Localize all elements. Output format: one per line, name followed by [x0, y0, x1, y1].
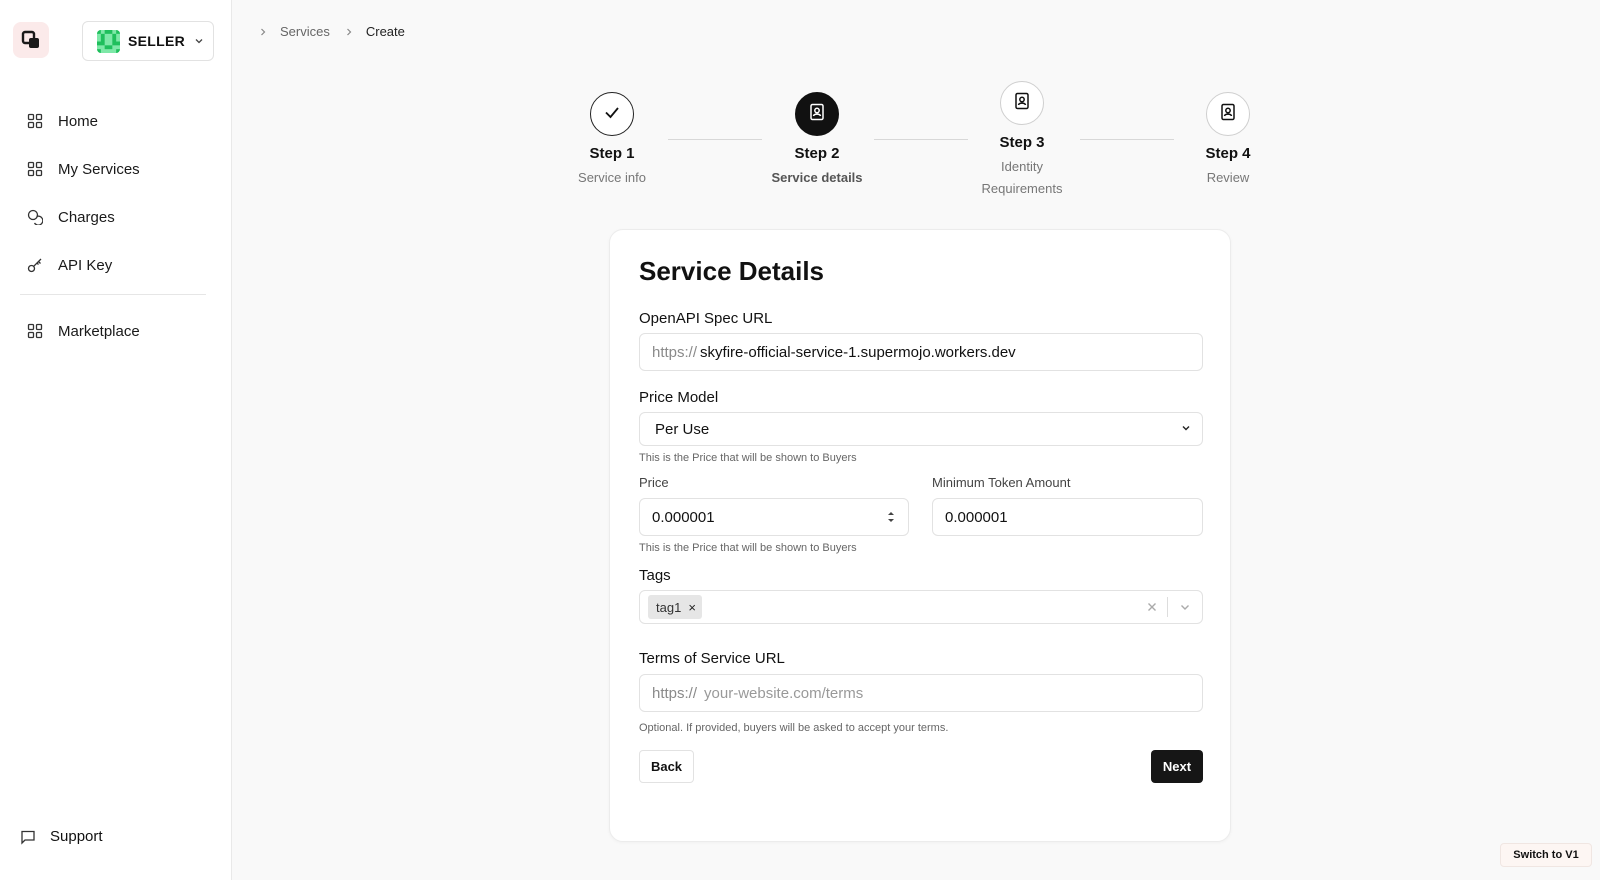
logo-icon: [21, 30, 39, 48]
step-subtitle-line: Requirements: [981, 181, 1063, 196]
clear-icon[interactable]: [1137, 601, 1167, 613]
chevron-right-icon: [258, 27, 268, 37]
breadcrumb-services[interactable]: Services: [280, 24, 330, 39]
chevron-down-icon: [193, 35, 205, 47]
tag-chip: tag1 ×: [648, 595, 702, 619]
tos-hint: Optional. If provided, buyers will be as…: [639, 722, 949, 734]
step-title: Step 1: [589, 145, 635, 162]
switch-to-v1-button[interactable]: Switch to V1: [1500, 843, 1592, 867]
sidebar-item-label: Charges: [58, 208, 115, 226]
step-circle: [1000, 81, 1044, 125]
sidebar-item-charges[interactable]: Charges: [20, 193, 206, 241]
step-title: Step 2: [794, 145, 840, 162]
page-title: Service Details: [639, 256, 825, 286]
sidebar-nav: Home My Services Charges API Key Marketp…: [20, 97, 206, 355]
next-button[interactable]: Next: [1151, 750, 1203, 783]
step-subtitle: Service info: [578, 170, 646, 185]
step-circle: [795, 92, 839, 136]
sidebar-item-label: Marketplace: [58, 322, 140, 340]
service-details-card: Service Details OpenAPI Spec URL https:/…: [609, 229, 1231, 842]
price-model-value: Per Use: [655, 420, 710, 438]
number-stepper-icon[interactable]: [886, 508, 896, 526]
coins-icon: [26, 208, 44, 226]
step-title: Step 4: [1205, 145, 1251, 162]
step-subtitle: Review: [1206, 170, 1250, 185]
step-3[interactable]: Step 3 Identity Requirements: [962, 81, 1082, 200]
chevron-right-icon: [344, 27, 354, 37]
step-2[interactable]: Step 2 Service details: [757, 92, 877, 189]
support-label: Support: [50, 828, 103, 845]
contact-book-icon: [1218, 102, 1238, 127]
step-connector: [874, 139, 968, 140]
sidebar-item-label: API Key: [58, 256, 113, 274]
step-1[interactable]: Step 1 Service info: [552, 92, 672, 189]
price-value: 0.000001: [652, 508, 715, 526]
sidebar-item-my-services[interactable]: My Services: [20, 145, 206, 193]
price-model-label: Price Model: [639, 389, 719, 406]
url-prefix: https://: [652, 684, 698, 702]
price-label: Price: [639, 475, 669, 490]
sidebar-item-home[interactable]: Home: [20, 97, 206, 145]
step-subtitle: Identity Requirements: [962, 156, 1082, 200]
tags-input[interactable]: tag1 ×: [639, 590, 1203, 624]
sidebar-item-api-key[interactable]: API Key: [20, 241, 206, 289]
role-switcher[interactable]: SELLER: [82, 21, 214, 61]
breadcrumb-create: Create: [365, 24, 405, 39]
openapi-label: OpenAPI Spec URL: [639, 310, 773, 327]
back-button[interactable]: Back: [639, 750, 694, 783]
grid-icon: [26, 322, 44, 340]
app-logo[interactable]: [13, 22, 49, 58]
step-subtitle: Service details: [771, 170, 863, 185]
tos-url-placeholder: your-website.com/terms: [704, 684, 864, 702]
step-circle: [1206, 92, 1250, 136]
step-connector: [668, 139, 762, 140]
check-icon: [602, 102, 622, 127]
step-circle: [590, 92, 634, 136]
sidebar-item-label: Home: [58, 112, 99, 130]
openapi-url-input[interactable]: https:// skyfire-official-service-1.supe…: [639, 333, 1203, 371]
chevron-down-icon[interactable]: [1168, 601, 1202, 613]
step-subtitle-line: Identity: [1001, 159, 1043, 174]
min-token-value: 0.000001: [945, 508, 1008, 526]
sidebar-item-marketplace[interactable]: Marketplace: [20, 307, 206, 355]
breadcrumb: Services Create: [258, 24, 419, 39]
sidebar: SELLER Home My Services Charges API Key …: [0, 0, 232, 880]
chevron-down-icon: [1180, 421, 1192, 438]
nav-divider: [20, 294, 206, 295]
grid-icon: [26, 160, 44, 178]
step-title: Step 3: [999, 134, 1045, 151]
url-prefix: https://: [652, 343, 698, 361]
tag-remove-icon[interactable]: ×: [688, 600, 696, 615]
tags-label: Tags: [639, 567, 671, 584]
tos-label: Terms of Service URL: [639, 650, 785, 667]
chat-icon: [20, 829, 36, 845]
support-link[interactable]: Support: [20, 828, 103, 845]
price-model-hint: This is the Price that will be shown to …: [639, 452, 857, 464]
step-connector: [1080, 139, 1174, 140]
tos-url-input[interactable]: https:// your-website.com/terms: [639, 674, 1203, 712]
key-icon: [26, 256, 44, 274]
avatar: [97, 29, 120, 53]
price-model-select[interactable]: Per Use: [639, 412, 1203, 446]
contact-book-icon: [1012, 91, 1032, 116]
contact-book-icon: [807, 102, 827, 127]
tag-chip-label: tag1: [656, 599, 682, 615]
price-input[interactable]: 0.000001: [639, 498, 909, 536]
grid-icon: [26, 112, 44, 130]
openapi-url-value: skyfire-official-service-1.supermojo.wor…: [700, 343, 1016, 361]
sidebar-item-label: My Services: [58, 160, 140, 178]
step-4[interactable]: Step 4 Review: [1168, 92, 1288, 189]
price-hint: This is the Price that will be shown to …: [639, 542, 857, 554]
role-label: SELLER: [128, 33, 186, 49]
min-token-input[interactable]: 0.000001: [932, 498, 1203, 536]
min-token-label: Minimum Token Amount: [932, 475, 1071, 490]
tags-controls: [1137, 591, 1202, 623]
